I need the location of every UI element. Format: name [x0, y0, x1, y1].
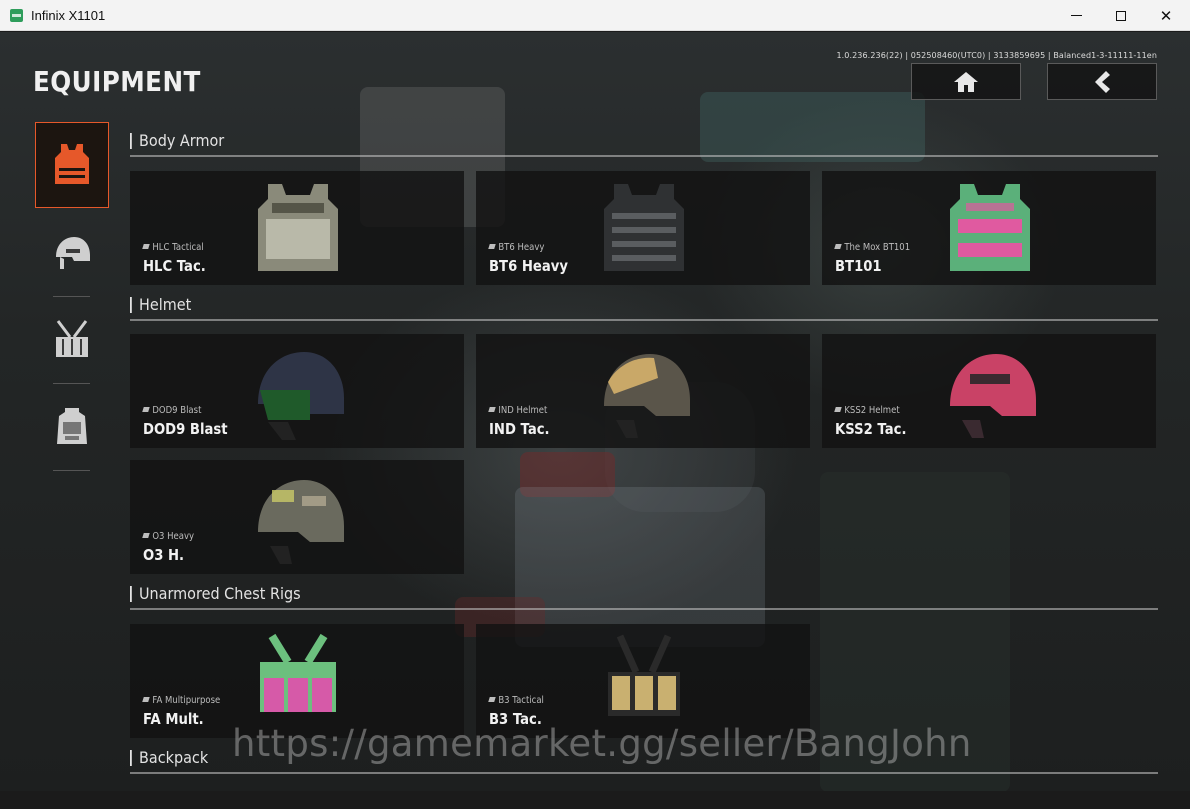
- window-titlebar: Infinix X1101 ✕: [0, 0, 1190, 31]
- equipment-card-dod9-blast[interactable]: DOD9 Blast DOD9 Blast: [130, 334, 464, 448]
- item-name: O3 H.: [143, 546, 185, 564]
- item-name: FA Mult.: [143, 710, 204, 728]
- tag-icon: [142, 697, 150, 702]
- item-variant-label: B3 Tactical: [488, 695, 544, 706]
- equipment-card-ind-tac[interactable]: IND Helmet IND Tac.: [476, 334, 810, 448]
- tag-icon: [834, 407, 842, 412]
- item-variant-label: KSS2 Helmet: [834, 405, 900, 416]
- chest-rig-item-icon: [608, 634, 680, 716]
- tag-icon: [142, 533, 150, 538]
- item-variant-label: DOD9 Blast: [142, 405, 202, 416]
- maximize-button[interactable]: [1098, 0, 1144, 31]
- item-variant-text: IND Helmet: [498, 405, 548, 416]
- section-divider: [130, 772, 1158, 774]
- tag-icon: [142, 244, 150, 249]
- window-title: Infinix X1101: [31, 8, 106, 23]
- vest-icon: [55, 144, 89, 184]
- home-button[interactable]: [911, 63, 1021, 100]
- item-name: KSS2 Tac.: [835, 420, 907, 438]
- equipment-card-kss2-tac[interactable]: KSS2 Helmet KSS2 Tac.: [822, 334, 1156, 448]
- helmet-icon: [56, 237, 90, 269]
- item-variant-label: HLC Tactical: [142, 242, 204, 253]
- background-crate: [515, 487, 765, 647]
- section-title-chest-rigs: Unarmored Chest Rigs: [130, 586, 301, 602]
- section-divider: [130, 319, 1158, 321]
- chest-rig-item-icon: [260, 633, 336, 712]
- category-chest-rig[interactable]: [35, 296, 109, 382]
- item-name: BT6 Heavy: [489, 257, 568, 275]
- item-variant-label: FA Multipurpose: [142, 695, 221, 706]
- chest-rig-icon: [56, 320, 88, 357]
- section-divider: [130, 608, 1158, 610]
- chevron-left-icon: [1095, 70, 1110, 93]
- close-icon: ✕: [1159, 6, 1173, 25]
- item-variant-text: DOD9 Blast: [152, 405, 202, 416]
- category-body-armor[interactable]: [35, 122, 109, 208]
- item-variant-text: O3 Heavy: [152, 531, 195, 542]
- section-divider: [130, 155, 1158, 157]
- helmet-item-icon: [950, 354, 1036, 438]
- game-viewport: 1.0.236.236(22) | 052508460(UTC0) | 3133…: [0, 32, 1190, 791]
- equipment-card-hlc-tac[interactable]: HLC Tactical HLC Tac.: [130, 171, 464, 285]
- equipment-card-fa-mult[interactable]: FA Multipurpose FA Mult.: [130, 624, 464, 738]
- item-name: HLC Tac.: [143, 257, 206, 275]
- item-variant-text: BT6 Heavy: [498, 242, 545, 253]
- page-title: EQUIPMENT: [33, 65, 201, 98]
- close-button[interactable]: ✕: [1143, 0, 1189, 31]
- item-variant-text: FA Multipurpose: [152, 695, 221, 706]
- section-title-body-armor: Body Armor: [130, 133, 224, 149]
- equipment-card-bt101[interactable]: The Mox BT101 BT101: [822, 171, 1156, 285]
- item-variant-text: B3 Tactical: [498, 695, 544, 706]
- category-backpack[interactable]: [35, 383, 109, 469]
- item-variant-label: O3 Heavy: [142, 531, 195, 542]
- section-title-helmet: Helmet: [130, 297, 191, 313]
- equipment-card-bt6-heavy[interactable]: BT6 Heavy BT6 Heavy: [476, 171, 810, 285]
- tag-icon: [488, 407, 496, 412]
- item-variant-text: The Mox BT101: [844, 242, 911, 253]
- tag-icon: [834, 244, 842, 249]
- equipment-card-b3-tac[interactable]: B3 Tactical B3 Tac.: [476, 624, 810, 738]
- item-variant-text: KSS2 Helmet: [844, 405, 900, 416]
- minimize-icon: [1070, 15, 1082, 16]
- item-name: DOD9 Blast: [143, 420, 228, 438]
- category-helmet[interactable]: [35, 210, 109, 296]
- vest-item-icon: [604, 184, 684, 271]
- helmet-item-icon: [258, 352, 344, 440]
- tag-icon: [488, 244, 496, 249]
- item-name: BT101: [835, 257, 882, 275]
- item-variant-label: BT6 Heavy: [488, 242, 545, 253]
- section-title-backpack: Backpack: [130, 750, 208, 766]
- home-icon: [954, 71, 978, 92]
- tag-icon: [142, 407, 150, 412]
- vest-item-icon: [950, 184, 1030, 271]
- item-variant-text: HLC Tactical: [152, 242, 204, 253]
- helmet-item-icon: [604, 354, 690, 438]
- item-variant-label: The Mox BT101: [834, 242, 911, 253]
- app-icon: [10, 9, 23, 22]
- vest-item-icon: [258, 184, 338, 271]
- maximize-icon: [1116, 10, 1126, 21]
- helmet-item-icon: [258, 480, 344, 564]
- tag-icon: [488, 697, 496, 702]
- item-name: IND Tac.: [489, 420, 550, 438]
- backpack-icon: [57, 408, 87, 444]
- watermark-text: https://gamemarket.gg/seller/BangJohn: [232, 722, 972, 765]
- equipment-card-o3-h[interactable]: O3 Heavy O3 H.: [130, 460, 464, 574]
- sidebar-divider: [53, 470, 90, 471]
- back-button[interactable]: [1047, 63, 1157, 100]
- item-variant-label: IND Helmet: [488, 405, 548, 416]
- minimize-button[interactable]: [1053, 0, 1099, 31]
- version-string: 1.0.236.236(22) | 052508460(UTC0) | 3133…: [836, 51, 1157, 60]
- background-box: [700, 92, 925, 162]
